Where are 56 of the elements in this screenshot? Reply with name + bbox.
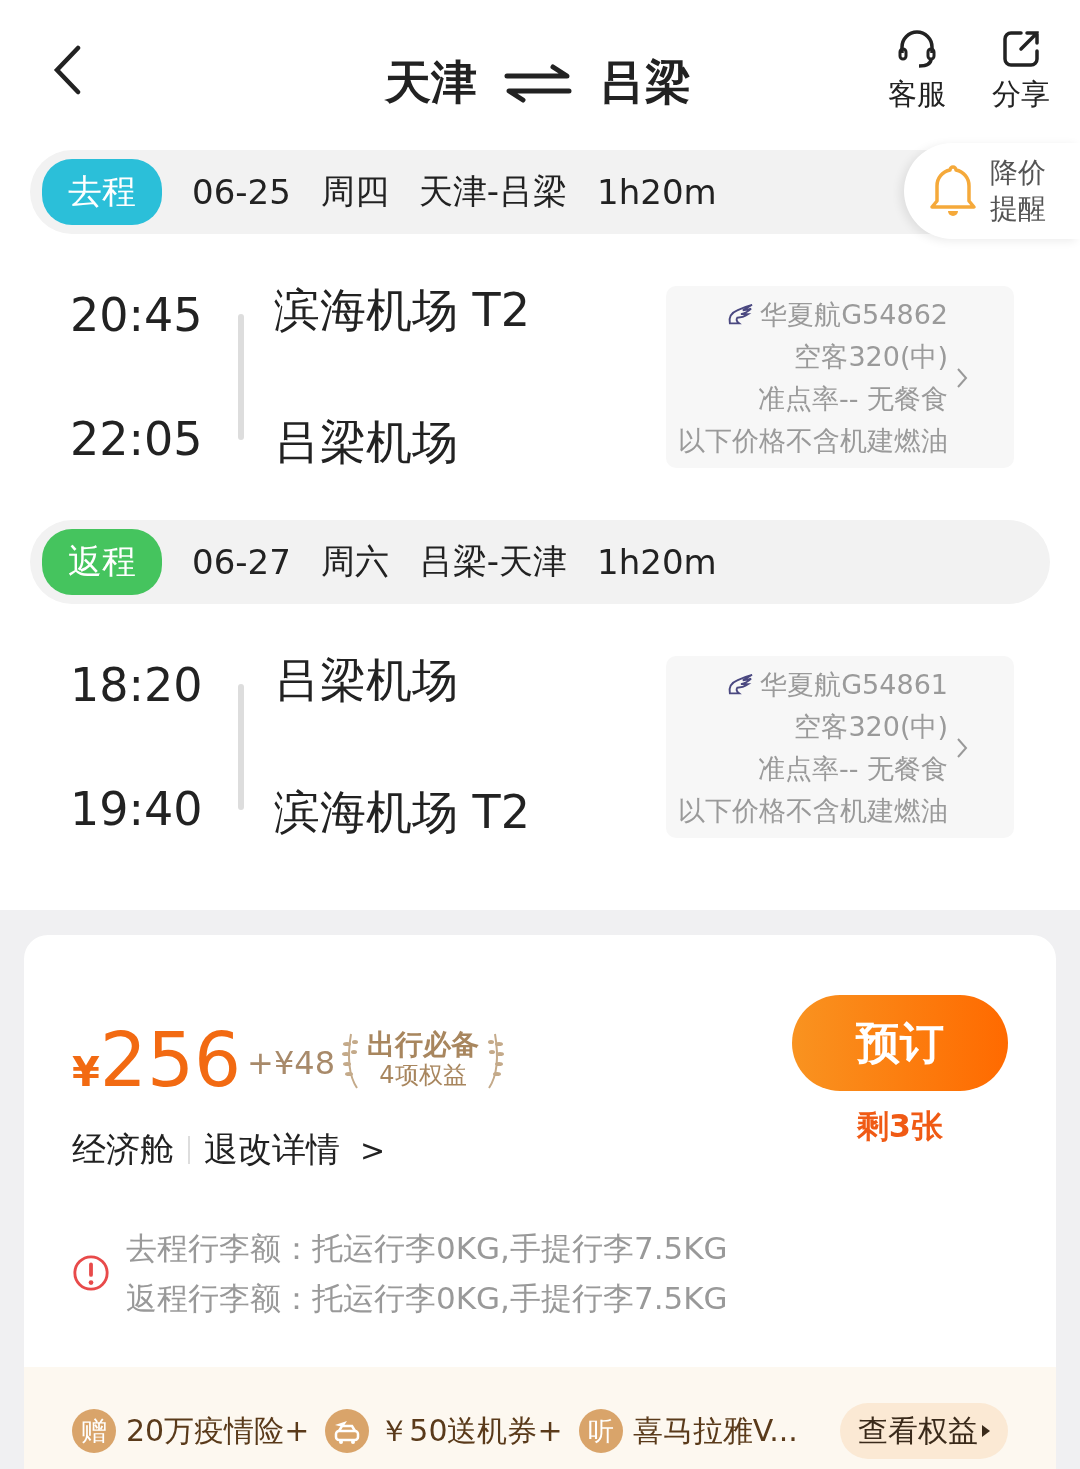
trip-duration: 1h20m: [597, 172, 717, 212]
view-benefits-button[interactable]: 查看权益: [840, 1403, 1008, 1459]
car-plane-icon: [325, 1409, 370, 1453]
arrival-time: 22:05: [70, 412, 204, 466]
departure-time: 20:45: [70, 288, 204, 342]
aircraft-type: 空客320(中): [794, 340, 948, 374]
arrival-airport: 滨海机场 T2: [274, 784, 530, 841]
trip-route: 天津-吕梁: [418, 170, 568, 213]
warning-icon: [72, 1254, 110, 1292]
baggage-allowance: 返程行李额：托运行李0KG,手提行李7.5KG: [126, 1279, 728, 1318]
benefit-text: ￥50送机券+: [379, 1411, 563, 1450]
back-icon[interactable]: [52, 45, 82, 95]
wing-icon: [726, 303, 755, 327]
swap-icon[interactable]: [503, 63, 573, 103]
share-button[interactable]: 分享: [992, 27, 1050, 115]
trip-date: 06-25: [192, 172, 291, 212]
seats-remaining: 剩3张: [856, 1106, 944, 1147]
chevron-right-icon: >: [360, 1132, 386, 1168]
punctuality-meal: 准点率-- 无餐食: [757, 382, 948, 416]
destination-city: 吕梁: [599, 54, 691, 111]
punctuality-meal: 准点率-- 无餐食: [757, 752, 948, 786]
flight-number: 华夏航G54861: [760, 668, 948, 702]
trip-tag: 去程: [42, 159, 162, 225]
price-note: 以下价格不含机建燃油: [678, 794, 948, 828]
trip-weekday: 周四: [320, 170, 389, 213]
perk-subtitle: 4项权益: [379, 1060, 467, 1090]
trip-duration: 1h20m: [597, 542, 717, 582]
benefit-text: 20万疫情险+: [126, 1411, 310, 1450]
price-alert-button[interactable]: 降价 提醒: [904, 143, 1080, 239]
chevron-right-icon: [956, 737, 968, 759]
departure-airport: 滨海机场 T2: [274, 282, 530, 339]
trip-tag: 返程: [42, 529, 162, 595]
departure-time: 18:20: [70, 658, 204, 712]
customer-service-button[interactable]: 客服: [888, 27, 946, 115]
benefit-badge: 听: [578, 1409, 623, 1453]
departure-airport: 吕梁机场: [274, 652, 459, 709]
wing-icon: [726, 673, 755, 697]
arrival-time: 19:40: [70, 782, 204, 836]
fare-price: ¥256: [72, 1017, 242, 1103]
aircraft-type: 空客320(中): [794, 710, 948, 744]
refund-details-link[interactable]: 退改详情: [204, 1127, 340, 1173]
chevron-right-icon: [956, 367, 968, 389]
perk-title: 出行必备: [367, 1030, 479, 1060]
bundle-price: +¥48: [247, 1044, 335, 1082]
baggage-allowance: 去程行李额：托运行李0KG,手提行李7.5KG: [126, 1229, 728, 1268]
trip-weekday: 周六: [320, 540, 389, 583]
arrival-airport: 吕梁机场: [274, 414, 459, 471]
trip-date: 06-27: [192, 542, 291, 582]
cabin-class: 经济舱: [72, 1128, 174, 1171]
triangle-right-icon: [982, 1425, 990, 1437]
price-note: 以下价格不含机建燃油: [678, 424, 948, 458]
trip-route: 吕梁-天津: [418, 540, 568, 583]
benefit-badge: 赠: [72, 1409, 116, 1453]
origin-city: 天津: [385, 54, 477, 111]
flight-number: 华夏航G54862: [760, 298, 948, 332]
benefit-text: 喜马拉雅V...: [632, 1411, 798, 1450]
